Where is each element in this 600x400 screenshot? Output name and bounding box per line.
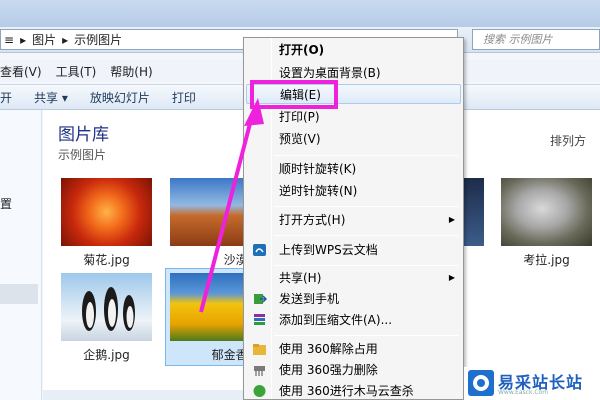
watermark: 易采站长站 Www.Easck.Com — [464, 367, 600, 400]
easck-logo-icon — [468, 370, 494, 396]
watermark-url: Www.Easck.Com — [498, 389, 549, 396]
pointer-arrow-icon — [199, 98, 264, 313]
